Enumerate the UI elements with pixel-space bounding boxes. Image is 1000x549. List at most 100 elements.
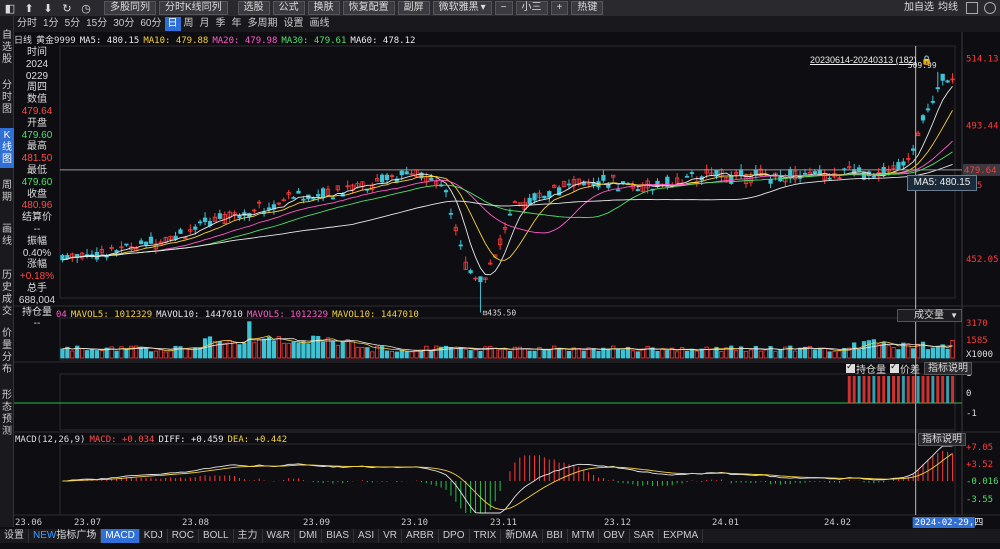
settings-tab[interactable]: 设置	[0, 529, 29, 543]
sidebar-item-3[interactable]: 周期	[0, 178, 14, 208]
period-tab-0[interactable]: 分时	[14, 17, 40, 31]
down-arrow-icon[interactable]: ⬇	[40, 1, 56, 15]
period-tab-6[interactable]: 日	[164, 17, 181, 31]
indicator-tab-bbi[interactable]: BBI	[543, 529, 568, 543]
volume-bar	[915, 343, 921, 359]
indicator-tab-obv[interactable]: OBV	[599, 529, 630, 543]
indicator-tab-asi[interactable]: ASI	[354, 529, 380, 543]
spread-checkbox-label: 价差	[900, 365, 920, 376]
candle	[724, 176, 729, 183]
ma-button[interactable]: 均线	[936, 1, 960, 15]
hotkey-button[interactable]: 热键	[571, 1, 604, 15]
font-size-minus-button[interactable]: −	[494, 1, 513, 15]
volume-bar	[168, 349, 173, 359]
period-tab-9[interactable]: 季	[213, 17, 229, 31]
sidebar-item-2[interactable]: K线图	[0, 128, 14, 168]
candle	[394, 176, 399, 184]
macd-explain-button[interactable]: 指标说明	[918, 433, 966, 446]
restore-config-button[interactable]: 恢复配置	[342, 1, 395, 15]
indicator-square-tab[interactable]: NEW指标广场	[29, 529, 102, 543]
multi-stock-button[interactable]: 多股同列	[104, 1, 156, 15]
sidebar-item-6[interactable]: 价量分布	[0, 326, 14, 378]
candle	[734, 169, 739, 180]
volume-bar	[699, 348, 704, 359]
period-tab-3[interactable]: 15分	[83, 17, 110, 31]
indicator-tab-sar[interactable]: SAR	[630, 529, 660, 543]
sidebar-char: 画	[2, 224, 12, 235]
indicator-tab-w&r[interactable]: W&R	[263, 529, 295, 543]
candle	[316, 189, 321, 202]
candle	[493, 254, 498, 258]
clock-icon[interactable]: ◷	[78, 1, 94, 15]
sidebar-item-1[interactable]: 分时图	[0, 78, 14, 118]
sidebar-item-4[interactable]: 画线	[0, 222, 14, 252]
volume-bar	[419, 350, 424, 359]
sidebar-item-0[interactable]: 自选股	[0, 28, 14, 68]
indicator-tab-dmi[interactable]: DMI	[295, 529, 323, 543]
oi-bar	[901, 376, 905, 403]
sidebar-item-7[interactable]: 形态预测	[0, 388, 14, 440]
square-toggle-icon[interactable]	[966, 2, 978, 14]
candle	[379, 173, 385, 185]
indicator-tab-kdj[interactable]: KDJ	[140, 529, 168, 543]
volume-indicator-select[interactable]: 成交量 ▼	[897, 309, 962, 322]
candle	[414, 169, 419, 177]
sidebar-char: 历	[2, 270, 12, 281]
formula-button[interactable]: 公式	[272, 1, 305, 15]
stock-picker-button[interactable]: 选股	[237, 1, 270, 15]
timeshare-kline-button[interactable]: 分时K线同列	[159, 1, 228, 15]
period-tab-10[interactable]: 年	[229, 17, 245, 31]
candle	[306, 194, 311, 202]
period-tab-11[interactable]: 多周期	[245, 17, 281, 31]
indicator-tab-bias[interactable]: BIAS	[322, 529, 354, 543]
sidebar-item-5[interactable]: 历史成交	[0, 268, 14, 320]
indicator-tab-主力[interactable]: 主力	[234, 529, 263, 543]
period-tab-1[interactable]: 1分	[40, 17, 62, 31]
candle	[748, 172, 754, 187]
oi-checkbox[interactable]: 持仓量	[846, 361, 886, 376]
time-axis-label: 23.12	[604, 518, 631, 528]
candle	[704, 164, 709, 179]
spread-checkbox[interactable]: 价差	[890, 361, 920, 376]
info-row: +0.18%	[19, 271, 55, 283]
panel-toggle-icon[interactable]: ◧	[2, 1, 18, 15]
lock-icon[interactable]: 🔒	[921, 55, 932, 66]
period-tab-5[interactable]: 60分	[137, 17, 164, 31]
indicator-tab-arbr[interactable]: ARBR	[402, 529, 439, 543]
candle	[729, 171, 734, 185]
volume-bar	[729, 345, 734, 359]
refresh-icon[interactable]: ↻	[59, 1, 75, 15]
up-arrow-icon[interactable]: ⬆	[21, 1, 37, 15]
indicator-tab-vr[interactable]: VR	[379, 529, 403, 543]
indicator-tab-新dma[interactable]: 新DMA	[501, 529, 543, 543]
indicator-tab-dpo[interactable]: DPO	[439, 529, 470, 543]
period-tab-7[interactable]: 周	[181, 17, 197, 31]
second-screen-button[interactable]: 副屏	[397, 1, 430, 15]
candle	[261, 208, 267, 217]
period-tab-4[interactable]: 30分	[110, 17, 137, 31]
indicator-tab-expma[interactable]: EXPMA	[659, 529, 704, 543]
indicator-tab-mtm[interactable]: MTM	[568, 529, 600, 543]
font-select[interactable]: 微软雅黑 ▾	[432, 1, 492, 15]
period-tab-12[interactable]: 设置	[281, 17, 307, 31]
kline-chart[interactable]: 514.13493.44475452.05479.64509.99⊟435.50…	[0, 0, 1000, 549]
indicator-tab-trix[interactable]: TRIX	[470, 529, 502, 543]
volume-bar	[463, 348, 468, 359]
add-favorite-button[interactable]: 加自选	[902, 1, 936, 15]
candle	[635, 185, 640, 192]
volume-bar	[148, 351, 154, 359]
indicator-tab-boll[interactable]: BOLL	[199, 529, 234, 543]
candle	[119, 241, 124, 254]
font-size-plus-button[interactable]: +	[550, 1, 569, 15]
skin-button[interactable]: 换肤	[307, 1, 340, 15]
indicator-tab-roc[interactable]: ROC	[168, 529, 199, 543]
period-tab-13[interactable]: 画线	[307, 17, 333, 31]
indicator-tab-macd[interactable]: MACD	[101, 529, 140, 543]
candle	[517, 202, 522, 207]
period-tab-8[interactable]: 月	[197, 17, 213, 31]
period-tab-2[interactable]: 5分	[62, 17, 84, 31]
candle	[655, 178, 660, 189]
candle	[743, 173, 749, 188]
oi-explain-button[interactable]: 指标说明	[924, 362, 972, 375]
circle-toggle-icon[interactable]	[984, 2, 996, 14]
